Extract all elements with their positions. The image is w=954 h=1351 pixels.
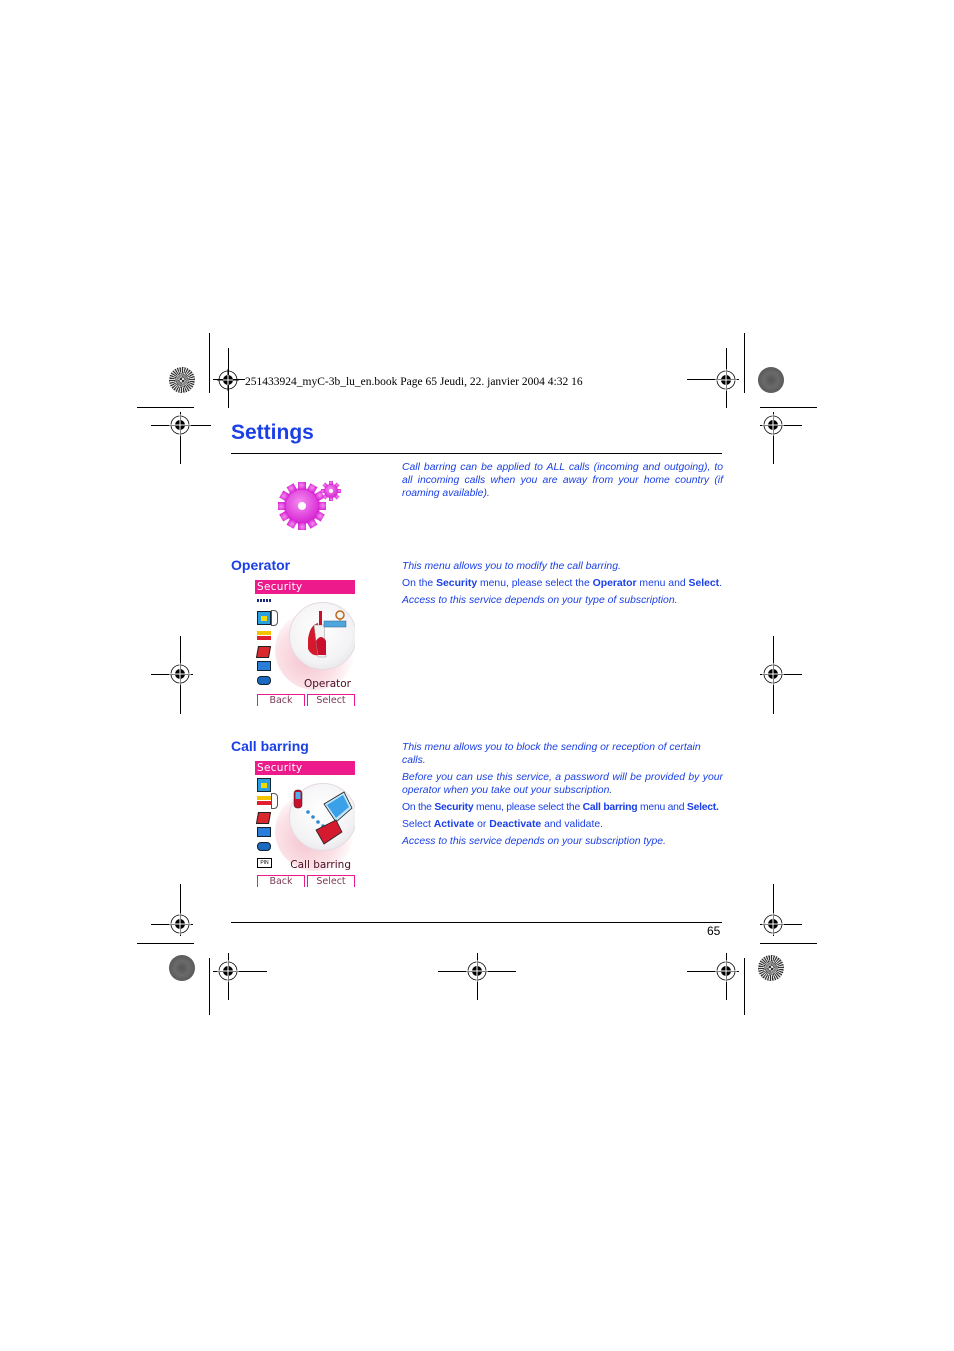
operator-note: Access to this service depends on your t… [402, 595, 678, 606]
registration-mark-icon [169, 913, 191, 935]
call-barring-illustration-icon [289, 783, 355, 851]
registration-mark-icon [715, 960, 737, 982]
text: menu, please select the [477, 578, 593, 589]
text: menu and [637, 802, 687, 813]
print-file-header: 251433924_myC-3b_lu_en.book Page 65 Jeud… [245, 376, 583, 388]
registration-disc-icon [169, 955, 195, 981]
deactivate-term: Deactivate [489, 819, 542, 830]
crop-line [760, 407, 817, 408]
screen-header: Security [255, 761, 355, 775]
select-softkey[interactable]: Select [307, 875, 355, 887]
call-barring-term: Call barring [582, 802, 638, 813]
select-softkey[interactable]: Select [307, 694, 355, 706]
text: Select [402, 819, 434, 830]
wap-icon [257, 599, 271, 602]
operator-illustration-icon [289, 602, 355, 670]
select-term: Select [688, 578, 720, 589]
registration-mark-icon [169, 414, 191, 436]
phone-transfer-icon [257, 827, 271, 837]
title-rule [231, 453, 722, 454]
text: menu, please select the [473, 802, 583, 813]
phone-screen-call-barring: Security PIN Call barring Back Select [255, 761, 355, 887]
operator-intro: This menu allows you to modify the call … [402, 561, 621, 572]
crop-line [744, 333, 745, 393]
registration-disc-icon [758, 367, 784, 393]
call-barring-intro: This menu allows you to block the sendin… [402, 742, 701, 766]
softkey-bar: Back Select [255, 694, 355, 706]
operator-instructions: On the Security menu, please select the … [402, 577, 723, 590]
crop-line [744, 958, 745, 1015]
registration-mark-icon [466, 960, 488, 982]
call-barring-instructions: On the Security menu, please select the … [402, 801, 723, 814]
call-barring-note: Access to this service depends on your s… [402, 836, 666, 847]
settings-gears-icon [278, 481, 341, 530]
operator-term: Operator [592, 578, 637, 589]
scroll-indicator [271, 793, 278, 809]
section-title-call-barring: Call barring [231, 738, 309, 754]
registration-mark-icon [762, 913, 784, 935]
registration-disc-icon [169, 367, 195, 393]
arrows-icon [257, 796, 271, 805]
phone-screen-operator: Security Operator Back Select [255, 580, 355, 706]
registration-disc-icon [758, 955, 784, 981]
lock-icon [257, 842, 271, 851]
arrows-icon [257, 631, 271, 640]
text: and validate. [541, 819, 604, 830]
pin-icon: PIN [257, 858, 272, 868]
activate-term: Activate [433, 819, 475, 830]
footer-rule [231, 922, 722, 923]
back-softkey[interactable]: Back [257, 875, 305, 887]
book-icon [255, 812, 272, 824]
call-barring-activate: Select Activate or Deactivate and valida… [402, 818, 723, 831]
registration-mark-icon [217, 960, 239, 982]
phone-transfer-icon [257, 661, 271, 671]
crop-line [209, 958, 210, 1015]
text: or [474, 819, 490, 830]
back-softkey[interactable]: Back [257, 694, 305, 706]
camera-card-icon [257, 611, 271, 625]
security-term: Security [436, 578, 478, 589]
crop-line [760, 943, 817, 944]
softkey-bar: Back Select [255, 875, 355, 887]
intro-paragraph: Call barring can be applied to ALL calls… [402, 462, 723, 499]
registration-mark-icon [217, 369, 239, 391]
scroll-indicator [271, 610, 278, 626]
crop-line [209, 333, 210, 393]
camera-card-icon [257, 778, 271, 792]
registration-mark-icon [762, 663, 784, 685]
page-title: Settings [231, 421, 314, 444]
crop-line [137, 407, 194, 408]
text: menu and [636, 578, 689, 589]
lock-icon [257, 676, 271, 685]
selected-menu-label: Operator [304, 678, 351, 690]
screen-header: Security [255, 580, 355, 594]
call-barring-description: This menu allows you to block the sendin… [402, 741, 723, 848]
security-term: Security [434, 802, 474, 813]
operator-description: This menu allows you to modify the call … [402, 560, 723, 607]
registration-mark-icon [715, 369, 737, 391]
text: . [719, 578, 723, 589]
page-number: 65 [707, 924, 721, 938]
registration-mark-icon [762, 414, 784, 436]
registration-mark-icon [169, 663, 191, 685]
text: On the [402, 578, 437, 589]
select-term: Select. [686, 802, 719, 813]
section-title-operator: Operator [231, 557, 291, 573]
selected-menu-label: Call barring [290, 859, 351, 871]
text: On the [402, 802, 435, 813]
book-icon [255, 646, 272, 658]
crop-line [137, 943, 194, 944]
call-barring-password-note: Before you can use this service, a passw… [402, 772, 723, 796]
